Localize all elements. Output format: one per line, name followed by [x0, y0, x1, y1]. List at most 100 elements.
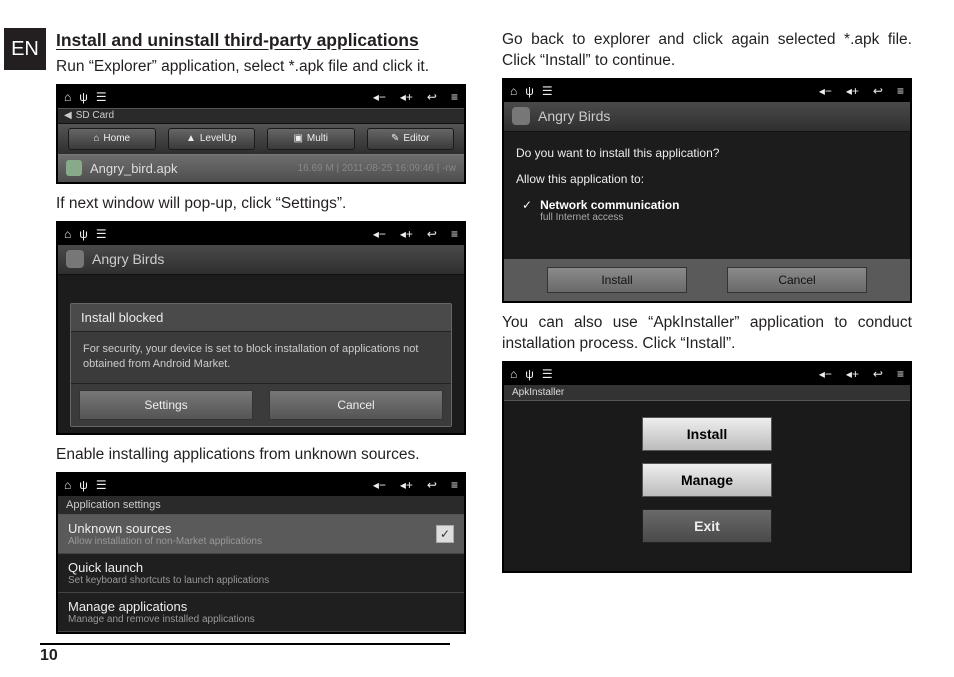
tab-multi[interactable]: ▣Multi — [267, 128, 355, 150]
button-row: Install Cancel — [504, 259, 910, 301]
setting-quick-launch[interactable]: Quick launch Set keyboard shortcuts to l… — [58, 554, 464, 593]
paragraph: Enable installing applications from unkn… — [56, 445, 466, 466]
paragraph: If next window will pop-up, click “Setti… — [56, 194, 466, 215]
page-number: 10 — [40, 643, 450, 665]
list-icon[interactable]: ≡ — [451, 478, 458, 492]
status-bar: ⌂ ψ ☰ ◂− ◂+ ↩ ≡ — [58, 86, 464, 108]
cancel-button[interactable]: Cancel — [727, 267, 867, 293]
home-icon[interactable]: ⌂ — [510, 367, 517, 381]
section-heading: Install and uninstall third-party applic… — [56, 30, 466, 51]
back-icon[interactable]: ↩ — [427, 227, 437, 241]
menu-icon: ☰ — [96, 478, 107, 492]
status-bar: ⌂ ψ ☰ ◂− ◂+ ↩ ≡ — [58, 223, 464, 245]
volume-down-icon[interactable]: ◂− — [373, 90, 386, 104]
settings-header: Application settings — [58, 496, 464, 515]
menu-icon: ☰ — [542, 367, 553, 381]
screenshot-install-confirm: ⌂ ψ ☰ ◂− ◂+ ↩ ≡ Angry Birds Do you want … — [502, 78, 912, 303]
list-icon[interactable]: ≡ — [451, 227, 458, 241]
menu-icon: ☰ — [96, 90, 107, 104]
volume-down-icon[interactable]: ◂− — [819, 367, 832, 381]
volume-up-icon[interactable]: ◂+ — [400, 227, 413, 241]
home-icon[interactable]: ⌂ — [64, 478, 71, 492]
app-icon — [512, 107, 530, 125]
status-bar: ⌂ ψ ☰ ◂− ◂+ ↩ ≡ — [58, 474, 464, 496]
dialog-title: Install blocked — [71, 304, 451, 332]
dialog-install-blocked: Install blocked For security, your devic… — [70, 303, 452, 427]
status-bar: ⌂ ψ ☰ ◂− ◂+ ↩ ≡ — [504, 363, 910, 385]
file-row[interactable]: Angry_bird.apk 16.69 M | 2011-08-25 16:0… — [58, 154, 464, 182]
editor-icon: ✎ — [391, 133, 399, 144]
paragraph: Go back to explorer and click again sele… — [502, 30, 912, 72]
install-button[interactable]: Install — [547, 267, 687, 293]
paragraph: You can also use “ApkInstaller” applicat… — [502, 313, 912, 355]
screenshot-install-blocked: ⌂ ψ ☰ ◂− ◂+ ↩ ≡ Angry Birds Install bloc… — [56, 221, 466, 435]
list-icon[interactable]: ≡ — [897, 84, 904, 98]
setting-manage-applications[interactable]: Manage applications Manage and remove in… — [58, 593, 464, 632]
breadcrumb[interactable]: ◀ SD Card — [58, 108, 464, 124]
usb-icon: ψ — [525, 84, 534, 98]
cancel-button[interactable]: Cancel — [269, 390, 443, 420]
app-title: Angry Birds — [538, 108, 610, 124]
volume-down-icon[interactable]: ◂− — [819, 84, 832, 98]
tab-home[interactable]: ⌂Home — [68, 128, 156, 150]
chevron-left-icon: ◀ — [64, 110, 72, 121]
explorer-tabs: ⌂Home ▲LevelUp ▣Multi ✎Editor — [58, 124, 464, 154]
check-icon: ✓ — [522, 198, 532, 212]
setting-subtitle: Allow installation of non-Market applica… — [68, 536, 436, 547]
permission-item: ✓ Network communication full Internet ac… — [516, 194, 898, 253]
volume-down-icon[interactable]: ◂− — [373, 227, 386, 241]
setting-subtitle: Set keyboard shortcuts to launch applica… — [68, 575, 454, 586]
setting-subtitle: Manage and remove installed applications — [68, 614, 454, 625]
apk-file-icon — [66, 160, 82, 176]
setting-unknown-sources[interactable]: Unknown sources Allow installation of no… — [58, 515, 464, 554]
back-icon[interactable]: ↩ — [427, 90, 437, 104]
home-icon: ⌂ — [93, 133, 99, 144]
permission-title: Network communication — [540, 198, 679, 212]
menu-icon: ☰ — [96, 227, 107, 241]
left-column: Install and uninstall third-party applic… — [56, 30, 466, 644]
usb-icon: ψ — [525, 367, 534, 381]
permission-subtitle: full Internet access — [540, 212, 679, 223]
back-icon[interactable]: ↩ — [873, 367, 883, 381]
setting-title: Unknown sources — [68, 521, 436, 536]
back-icon[interactable]: ↩ — [427, 478, 437, 492]
list-icon[interactable]: ≡ — [451, 90, 458, 104]
paragraph: Run “Explorer” application, select *.apk… — [56, 57, 466, 78]
settings-button[interactable]: Settings — [79, 390, 253, 420]
back-icon[interactable]: ↩ — [873, 84, 883, 98]
home-icon[interactable]: ⌂ — [64, 90, 71, 104]
manage-button[interactable]: Manage — [642, 463, 772, 497]
file-name: Angry_bird.apk — [90, 161, 177, 176]
home-icon[interactable]: ⌂ — [64, 227, 71, 241]
tab-levelup[interactable]: ▲LevelUp — [168, 128, 256, 150]
multi-icon: ▣ — [293, 133, 302, 144]
volume-up-icon[interactable]: ◂+ — [846, 367, 859, 381]
app-title-bar: Angry Birds — [58, 245, 464, 275]
levelup-icon: ▲ — [186, 133, 196, 144]
volume-up-icon[interactable]: ◂+ — [400, 90, 413, 104]
app-title-bar: Angry Birds — [504, 102, 910, 132]
volume-up-icon[interactable]: ◂+ — [400, 478, 413, 492]
home-icon[interactable]: ⌂ — [510, 84, 517, 98]
setting-title: Quick launch — [68, 560, 454, 575]
dialog-message: For security, your device is set to bloc… — [71, 332, 451, 383]
language-tab: EN — [4, 28, 46, 70]
volume-up-icon[interactable]: ◂+ — [846, 84, 859, 98]
install-question: Do you want to install this application? — [516, 142, 898, 172]
setting-title: Manage applications — [68, 599, 454, 614]
tab-editor[interactable]: ✎Editor — [367, 128, 455, 150]
list-icon[interactable]: ≡ — [897, 367, 904, 381]
right-column: Go back to explorer and click again sele… — [502, 30, 912, 644]
volume-down-icon[interactable]: ◂− — [373, 478, 386, 492]
screenshot-apkinstaller: ⌂ ψ ☰ ◂− ◂+ ↩ ≡ ApkInstaller Install Man… — [502, 361, 912, 573]
screenshot-explorer: ⌂ ψ ☰ ◂− ◂+ ↩ ≡ ◀ SD Card ⌂Home ▲LevelUp… — [56, 84, 466, 184]
checkbox[interactable]: ✓ — [436, 525, 454, 543]
apkinstaller-header: ApkInstaller — [504, 385, 910, 401]
app-title: Angry Birds — [92, 251, 164, 267]
usb-icon: ψ — [79, 90, 88, 104]
install-button[interactable]: Install — [642, 417, 772, 451]
status-bar: ⌂ ψ ☰ ◂− ◂+ ↩ ≡ — [504, 80, 910, 102]
breadcrumb-label: SD Card — [76, 110, 114, 121]
exit-button[interactable]: Exit — [642, 509, 772, 543]
allow-label: Allow this application to: — [516, 172, 898, 194]
